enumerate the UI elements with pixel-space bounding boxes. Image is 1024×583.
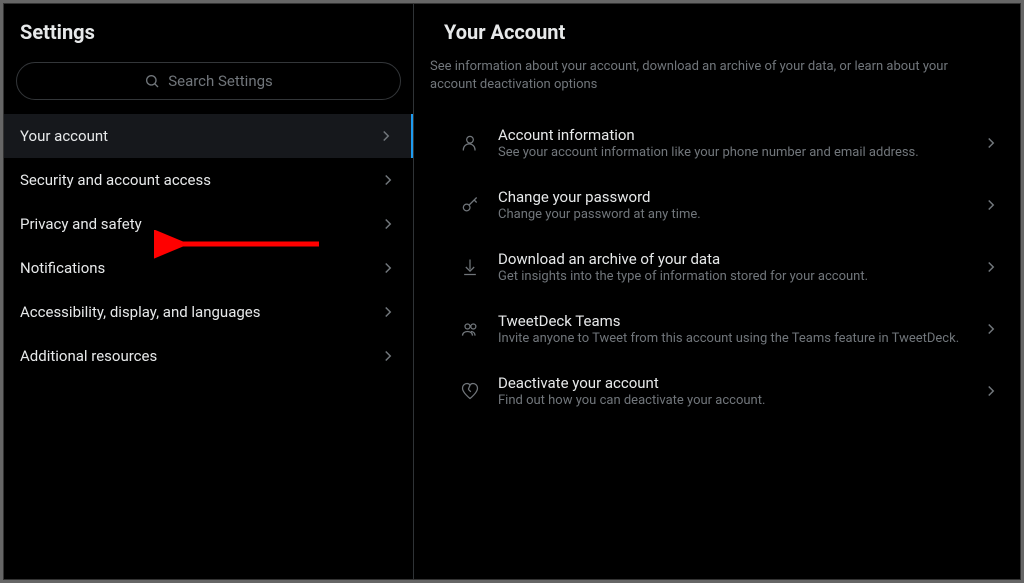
account-item-information[interactable]: Account information See your account inf… <box>414 112 1020 174</box>
chevron-right-icon <box>379 303 397 321</box>
users-icon <box>460 319 480 339</box>
main-content: Your Account See information about your … <box>414 4 1020 579</box>
item-content: Change your password Change your passwor… <box>498 188 964 222</box>
item-title: Deactivate your account <box>498 374 964 392</box>
item-subtitle: Change your password at any time. <box>498 207 964 222</box>
item-content: Download an archive of your data Get ins… <box>498 250 964 284</box>
item-content: TweetDeck Teams Invite anyone to Tweet f… <box>498 312 964 346</box>
account-item-download-archive[interactable]: Download an archive of your data Get ins… <box>414 236 1020 298</box>
search-input[interactable]: Search Settings <box>16 62 401 100</box>
sidebar-item-label: Notifications <box>20 259 105 277</box>
item-title: TweetDeck Teams <box>498 312 964 330</box>
download-icon <box>460 257 480 277</box>
sidebar-header: Settings <box>4 4 413 54</box>
user-icon <box>460 133 480 153</box>
main-header: Your Account <box>414 4 1020 48</box>
sidebar-item-label: Security and account access <box>20 171 211 189</box>
main-title: Your Account <box>444 20 990 44</box>
key-icon <box>460 195 480 215</box>
item-title: Change your password <box>498 188 964 206</box>
sidebar-item-label: Accessibility, display, and languages <box>20 303 260 321</box>
chevron-right-icon <box>379 259 397 277</box>
sidebar-item-your-account[interactable]: Your account <box>4 114 413 158</box>
chevron-right-icon <box>379 347 397 365</box>
chevron-right-icon <box>982 382 1000 400</box>
item-subtitle: See your account information like your p… <box>498 145 964 160</box>
main-description: See information about your account, down… <box>414 48 1020 112</box>
sidebar-item-notifications[interactable]: Notifications <box>4 246 413 290</box>
item-content: Account information See your account inf… <box>498 126 964 160</box>
sidebar-item-security[interactable]: Security and account access <box>4 158 413 202</box>
item-subtitle: Get insights into the type of informatio… <box>498 269 964 284</box>
account-item-password[interactable]: Change your password Change your passwor… <box>414 174 1020 236</box>
item-subtitle: Invite anyone to Tweet from this account… <box>498 331 964 346</box>
chevron-right-icon <box>379 215 397 233</box>
chevron-right-icon <box>982 258 1000 276</box>
sidebar-item-label: Privacy and safety <box>20 215 142 233</box>
heartbreak-icon <box>460 381 480 401</box>
sidebar-item-label: Additional resources <box>20 347 157 365</box>
chevron-right-icon <box>982 196 1000 214</box>
sidebar-item-privacy-safety[interactable]: Privacy and safety <box>4 202 413 246</box>
search-placeholder: Search Settings <box>168 72 273 90</box>
item-content: Deactivate your account Find out how you… <box>498 374 964 408</box>
item-title: Account information <box>498 126 964 144</box>
settings-container: Settings Search Settings Your account Se… <box>3 3 1021 580</box>
chevron-right-icon <box>379 171 397 189</box>
sidebar-item-label: Your account <box>20 127 108 145</box>
sidebar-item-additional-resources[interactable]: Additional resources <box>4 334 413 378</box>
chevron-right-icon <box>377 127 395 145</box>
item-subtitle: Find out how you can deactivate your acc… <box>498 393 964 408</box>
account-item-tweetdeck-teams[interactable]: TweetDeck Teams Invite anyone to Tweet f… <box>414 298 1020 360</box>
sidebar-item-accessibility[interactable]: Accessibility, display, and languages <box>4 290 413 334</box>
sidebar-title: Settings <box>20 20 397 44</box>
search-icon <box>144 73 160 89</box>
account-item-deactivate[interactable]: Deactivate your account Find out how you… <box>414 360 1020 422</box>
item-title: Download an archive of your data <box>498 250 964 268</box>
chevron-right-icon <box>982 134 1000 152</box>
search-container: Search Settings <box>4 54 413 114</box>
sidebar: Settings Search Settings Your account Se… <box>4 4 414 579</box>
chevron-right-icon <box>982 320 1000 338</box>
